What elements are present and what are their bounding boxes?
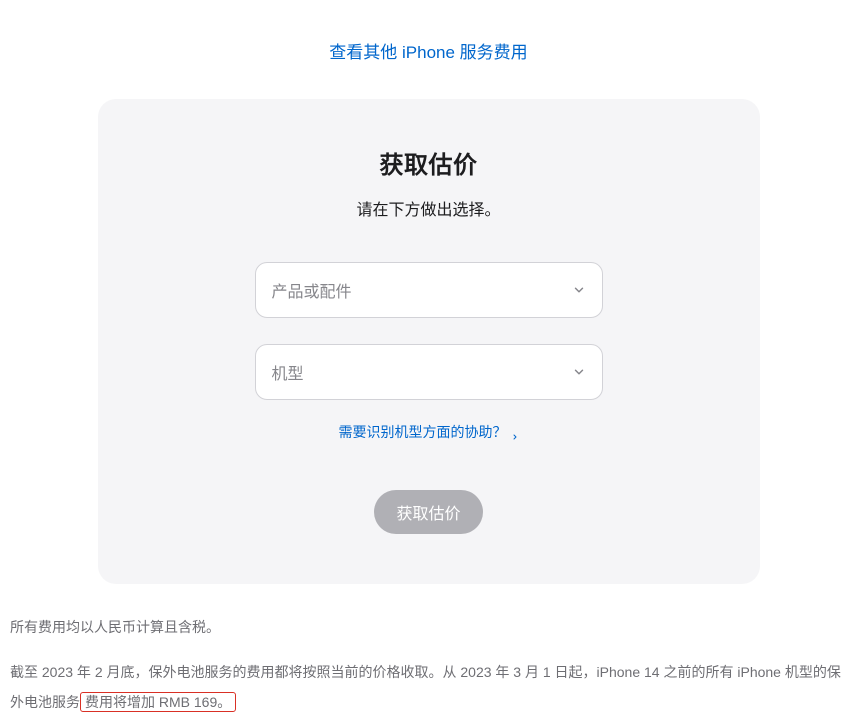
- other-services-link-row: 查看其他 iPhone 服务费用: [0, 38, 857, 63]
- card-title: 获取估价: [138, 145, 720, 180]
- product-select-wrapper: 产品或配件: [255, 262, 603, 318]
- help-link-label: 需要识别机型方面的协助？: [339, 422, 507, 442]
- chevron-down-icon: [572, 283, 586, 297]
- footer-text: 所有费用均以人民币计算且含税。 截至 2023 年 2 月底，保外电池服务的费用…: [10, 614, 847, 718]
- footer-price-change-note: 截至 2023 年 2 月底，保外电池服务的费用都将按照当前的价格收取。从 20…: [10, 657, 847, 718]
- estimate-card: 获取估价 请在下方做出选择。 产品或配件 机型 需要识别机型方面的协助？: [98, 99, 760, 584]
- identify-model-help-link[interactable]: 需要识别机型方面的协助？: [339, 422, 519, 442]
- model-select[interactable]: 机型: [255, 344, 603, 400]
- highlighted-price-increase: 费用将增加 RMB 169。: [80, 692, 236, 712]
- chevron-right-icon: [511, 428, 519, 436]
- product-select-placeholder: 产品或配件: [272, 278, 352, 302]
- model-select-wrapper: 机型: [255, 344, 603, 400]
- other-services-link[interactable]: 查看其他 iPhone 服务费用: [329, 43, 527, 62]
- help-link-row: 需要识别机型方面的协助？: [138, 422, 720, 442]
- get-estimate-button[interactable]: 获取估价: [374, 490, 482, 534]
- product-select[interactable]: 产品或配件: [255, 262, 603, 318]
- card-subtitle: 请在下方做出选择。: [138, 196, 720, 220]
- model-select-placeholder: 机型: [272, 360, 304, 384]
- chevron-down-icon: [572, 365, 586, 379]
- footer-currency-note: 所有费用均以人民币计算且含税。: [10, 614, 847, 641]
